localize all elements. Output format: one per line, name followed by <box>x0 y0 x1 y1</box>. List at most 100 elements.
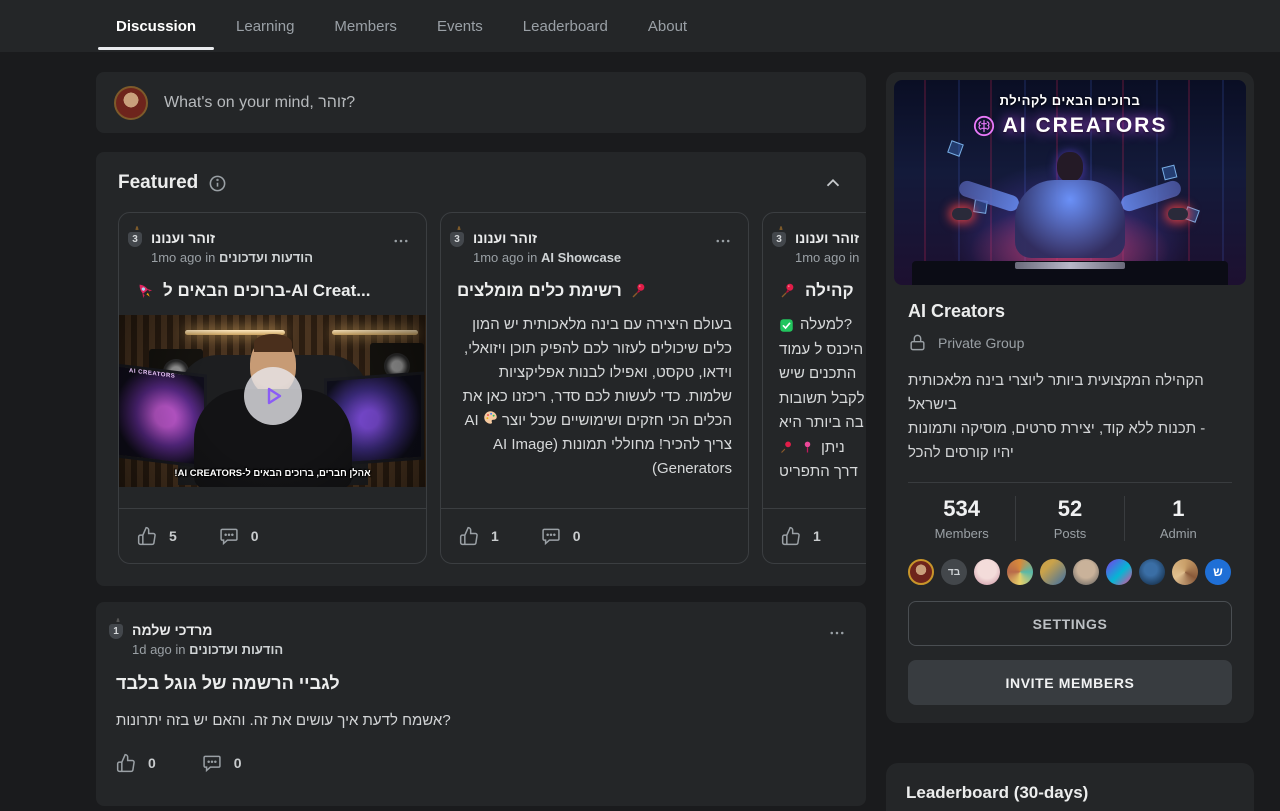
like-button[interactable]: 1 <box>459 526 499 546</box>
member-avatar-initials[interactable]: ש <box>1205 559 1231 585</box>
post-age: 1mo ago in <box>795 250 859 265</box>
collapse-chevron-up-icon[interactable] <box>822 172 844 194</box>
info-icon[interactable] <box>208 174 227 193</box>
level-badge: 3 <box>770 230 788 249</box>
monitor-right <box>324 372 424 467</box>
like-button[interactable]: 5 <box>137 526 177 546</box>
featured-cards-row: 3 זוהר וענונו 1mo ago in הודעות ועדכונים <box>118 212 866 564</box>
member-avatar[interactable] <box>1040 559 1066 585</box>
group-info: AI Creators Private Group הקהילה המקצועי… <box>894 285 1246 705</box>
member-avatar[interactable] <box>1073 559 1099 585</box>
comment-count: 0 <box>251 528 259 544</box>
like-count: 5 <box>169 528 177 544</box>
banner-figure-hand <box>952 208 972 220</box>
invite-members-button[interactable]: INVITE MEMBERS <box>908 660 1232 705</box>
engagement-row: 0 0 <box>116 753 846 773</box>
body-line: התכנים שיש <box>763 362 866 387</box>
settings-button[interactable]: SETTINGS <box>908 601 1232 646</box>
tab-members[interactable]: Members <box>314 0 417 52</box>
description-line: תכנות ללא קוד, יצירת סרטים, מוסיקה ותמונ… <box>908 417 1232 441</box>
post-menu-icon[interactable] <box>714 228 732 255</box>
tab-discussion[interactable]: Discussion <box>96 0 216 52</box>
post-body: למעלה? היכנס ל עמוד התכנים שיש לקבל תשוב… <box>763 301 866 485</box>
body-line: ניתן <box>763 436 866 461</box>
stat-posts[interactable]: 52 Posts <box>1015 496 1123 541</box>
engagement-row: 5 0 <box>119 508 426 563</box>
post-composer[interactable]: What's on your mind, זוהר? <box>96 72 866 133</box>
member-avatar-initials[interactable]: בד <box>941 559 967 585</box>
featured-title: Featured <box>118 172 198 194</box>
studio-light <box>185 330 285 335</box>
member-avatar[interactable] <box>1139 559 1165 585</box>
tab-events[interactable]: Events <box>417 0 503 52</box>
post-category[interactable]: הודעות ועדכונים <box>189 642 283 657</box>
play-button[interactable] <box>244 367 302 425</box>
body-line-text: ניתן <box>821 436 845 461</box>
post-title[interactable]: קהילה <box>763 265 866 301</box>
banner-welcome-text: ברוכים הבאים לקהילת <box>894 93 1246 108</box>
community-page: Discussion Learning Members Events Leade… <box>0 0 1280 811</box>
group-name: AI Creators <box>908 301 1232 322</box>
tab-bar: Discussion Learning Members Events Leade… <box>0 0 1280 52</box>
feed-post[interactable]: 1 מרדכי שלמה 1d ago in הודעות ועדכונים <box>96 602 866 806</box>
comment-button[interactable]: 0 <box>219 526 259 546</box>
author-avatar[interactable]: 1 <box>116 620 120 638</box>
level-badge: 3 <box>448 230 466 249</box>
speaker <box>370 343 424 389</box>
post-title-text: רשימת כלים מומלצים <box>457 281 622 301</box>
description-line: יהיו קורסים להכל <box>908 441 1232 465</box>
banner-figure-torso <box>1015 180 1125 258</box>
engagement-row: 1 <box>763 508 866 563</box>
like-button[interactable]: 0 <box>116 753 156 773</box>
author-name: זוהר וענונו <box>795 228 859 246</box>
post-title[interactable]: רשימת כלים מומלצים <box>441 265 748 301</box>
composer-placeholder: What's on your mind, זוהר? <box>164 94 355 112</box>
post-category[interactable]: AI Showcase <box>541 250 621 265</box>
group-cover-image: ברוכים הבאים לקהילת AI CREATORS <box>894 80 1246 285</box>
body-line: בה ביותר היא <box>763 411 866 436</box>
post-meta: 1mo ago in AI Showcase <box>473 250 621 265</box>
level-badge: 3 <box>126 230 144 249</box>
pushpin-emoji-icon <box>779 440 794 455</box>
author-block: זוהר וענונו 1mo ago in <box>795 228 859 265</box>
tab-leaderboard[interactable]: Leaderboard <box>503 0 628 52</box>
author-name: זוהר וענונו <box>473 228 621 246</box>
member-avatar[interactable] <box>1172 559 1198 585</box>
group-privacy: Private Group <box>908 333 1232 352</box>
comment-button[interactable]: 0 <box>202 753 242 773</box>
group-sidebar: ברוכים הבאים לקהילת AI CREATORS AI Creat… <box>886 72 1254 811</box>
author-avatar[interactable]: 3 <box>779 228 783 246</box>
post-menu-icon[interactable] <box>828 620 846 647</box>
banner-brand-text: AI CREATORS <box>894 114 1246 138</box>
stat-admins[interactable]: 1 Admin <box>1124 496 1232 541</box>
author-avatar[interactable]: 3 <box>135 228 139 246</box>
post-title[interactable]: לגביי הרשמה של גוגל בלבד <box>116 673 846 694</box>
lock-icon <box>908 333 927 352</box>
featured-card-community[interactable]: 3 זוהר וענונו 1mo ago in <box>762 212 866 564</box>
description-line: בישראל <box>908 393 1232 417</box>
post-body: אשמח לדעת איך עושים את זה. והאם יש בזה י… <box>116 712 846 729</box>
video-caption: אהלן חברים, ברוכים הבאים ל-AI CREATORS! <box>119 468 426 479</box>
comment-button[interactable]: 0 <box>541 526 581 546</box>
member-avatar[interactable] <box>974 559 1000 585</box>
featured-card-welcome[interactable]: 3 זוהר וענונו 1mo ago in הודעות ועדכונים <box>118 212 427 564</box>
palette-emoji-icon <box>483 410 498 425</box>
tab-learning[interactable]: Learning <box>216 0 314 52</box>
featured-card-tools[interactable]: 3 זוהר וענונו 1mo ago in AI Showcase <box>440 212 749 564</box>
like-button[interactable]: 1 <box>781 526 821 546</box>
body-line: לקבל תשובות <box>763 387 866 412</box>
feed-column: What's on your mind, זוהר? Featured <box>96 72 866 806</box>
card-header: 3 זוהר וענונו 1mo ago in AI Showcase <box>441 213 748 265</box>
member-avatar[interactable] <box>1007 559 1033 585</box>
member-avatar[interactable] <box>1106 559 1132 585</box>
stat-members[interactable]: 534 Members <box>908 496 1015 541</box>
post-category[interactable]: הודעות ועדכונים <box>219 250 313 265</box>
post-title[interactable]: ברוכים הבאים ל-AI Creat... <box>119 265 426 301</box>
featured-section: Featured <box>96 152 866 586</box>
level-badge: 1 <box>107 622 125 641</box>
tab-about[interactable]: About <box>628 0 707 52</box>
author-avatar[interactable]: 3 <box>457 228 461 246</box>
post-menu-icon[interactable] <box>392 228 410 255</box>
description-line: הקהילה המקצועית ביותר ליוצרי בינה מלאכות… <box>908 369 1232 393</box>
member-avatar[interactable] <box>908 559 934 585</box>
